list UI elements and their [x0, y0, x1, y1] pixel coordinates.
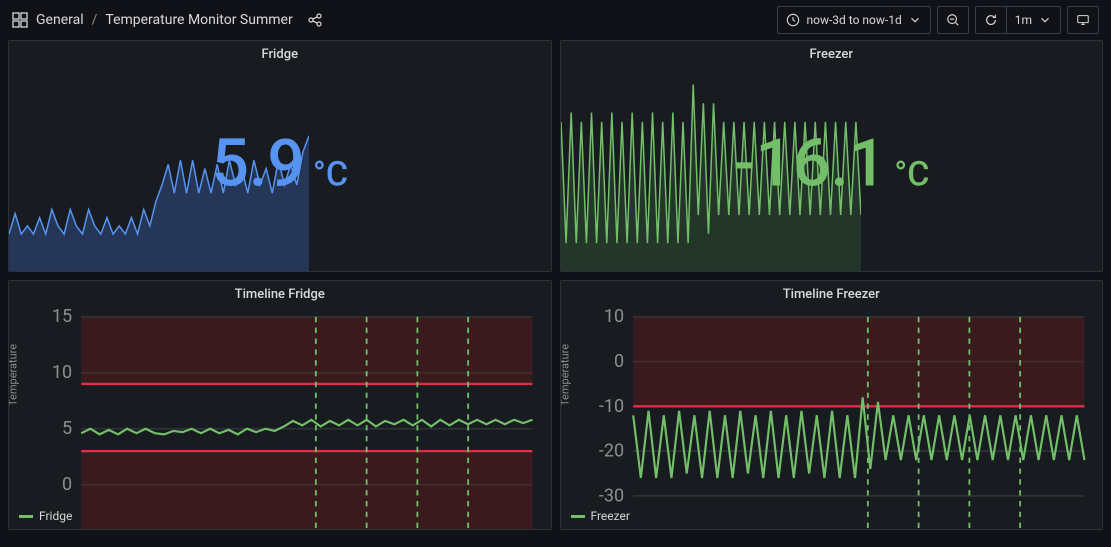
panel-title: Fridge — [9, 41, 551, 66]
panel-body: 5.9 °C — [9, 66, 551, 271]
panel-fridge-stat[interactable]: Fridge 5.9 °C — [8, 40, 552, 272]
panel-grid: Fridge 5.9 °C Freezer -16.1 °C Timeline … — [0, 40, 1111, 538]
svg-text:-20: -20 — [598, 441, 623, 462]
time-range-label: now-3d to now-1d — [806, 13, 901, 27]
chevron-down-icon — [1038, 13, 1052, 27]
freezer-value: -16.1 °C — [733, 126, 930, 203]
svg-text:0: 0 — [614, 351, 624, 372]
panel-title: Timeline Fridge — [9, 281, 551, 306]
breadcrumb-separator: / — [92, 12, 98, 28]
svg-text:15: 15 — [52, 306, 72, 327]
refresh-group: 1m — [975, 6, 1061, 34]
breadcrumb-title[interactable]: Temperature Monitor Summer — [105, 12, 292, 28]
kiosk-button[interactable] — [1067, 6, 1099, 34]
svg-text:-30: -30 — [598, 485, 623, 506]
panel-title: Timeline Freezer — [561, 281, 1103, 306]
grid-icon[interactable] — [12, 12, 28, 28]
zoom-out-button[interactable] — [937, 6, 969, 34]
y-axis-label: Temperature — [560, 343, 572, 405]
timeline-fridge-chart: -505101510/29 16:0010/30 00:0010/30 08:0… — [9, 306, 551, 530]
panel-title: Freezer — [561, 41, 1103, 66]
zoom-out-icon — [946, 13, 960, 27]
fridge-value: 5.9 °C — [211, 126, 348, 203]
svg-text:10: 10 — [52, 362, 72, 383]
clock-icon — [786, 13, 800, 27]
panel-freezer-stat[interactable]: Freezer -16.1 °C — [560, 40, 1104, 272]
dashboard-header: General / Temperature Monitor Summer now… — [0, 0, 1111, 40]
share-icon[interactable] — [307, 12, 323, 28]
svg-text:5: 5 — [62, 418, 72, 439]
svg-text:0: 0 — [62, 474, 72, 495]
panel-body: -16.1 °C — [561, 66, 1103, 271]
refresh-interval-label: 1m — [1015, 13, 1032, 27]
svg-text:10: 10 — [603, 306, 623, 327]
refresh-interval-picker[interactable]: 1m — [1006, 6, 1061, 34]
panel-timeline-fridge[interactable]: Timeline Fridge -505101510/29 16:0010/30… — [8, 280, 552, 530]
timeline-freezer-chart: -40-30-20-1001010/29 16:0010/30 00:0010/… — [561, 306, 1103, 530]
refresh-button[interactable] — [975, 6, 1006, 34]
chevron-down-icon — [908, 13, 922, 27]
toolbar: now-3d to now-1d 1m — [777, 6, 1099, 34]
time-picker[interactable]: now-3d to now-1d — [777, 6, 930, 34]
panel-body: -40-30-20-1001010/29 16:0010/30 00:0010/… — [561, 306, 1103, 505]
breadcrumb: General / Temperature Monitor Summer — [12, 12, 323, 28]
breadcrumb-folder[interactable]: General — [36, 12, 84, 28]
panel-timeline-freezer[interactable]: Timeline Freezer -40-30-20-1001010/29 16… — [560, 280, 1104, 530]
svg-text:-10: -10 — [598, 396, 623, 417]
monitor-icon — [1076, 13, 1090, 27]
y-axis-label: Temperature — [8, 343, 20, 405]
refresh-icon — [984, 13, 998, 27]
panel-body: -505101510/29 16:0010/30 00:0010/30 08:0… — [9, 306, 551, 505]
